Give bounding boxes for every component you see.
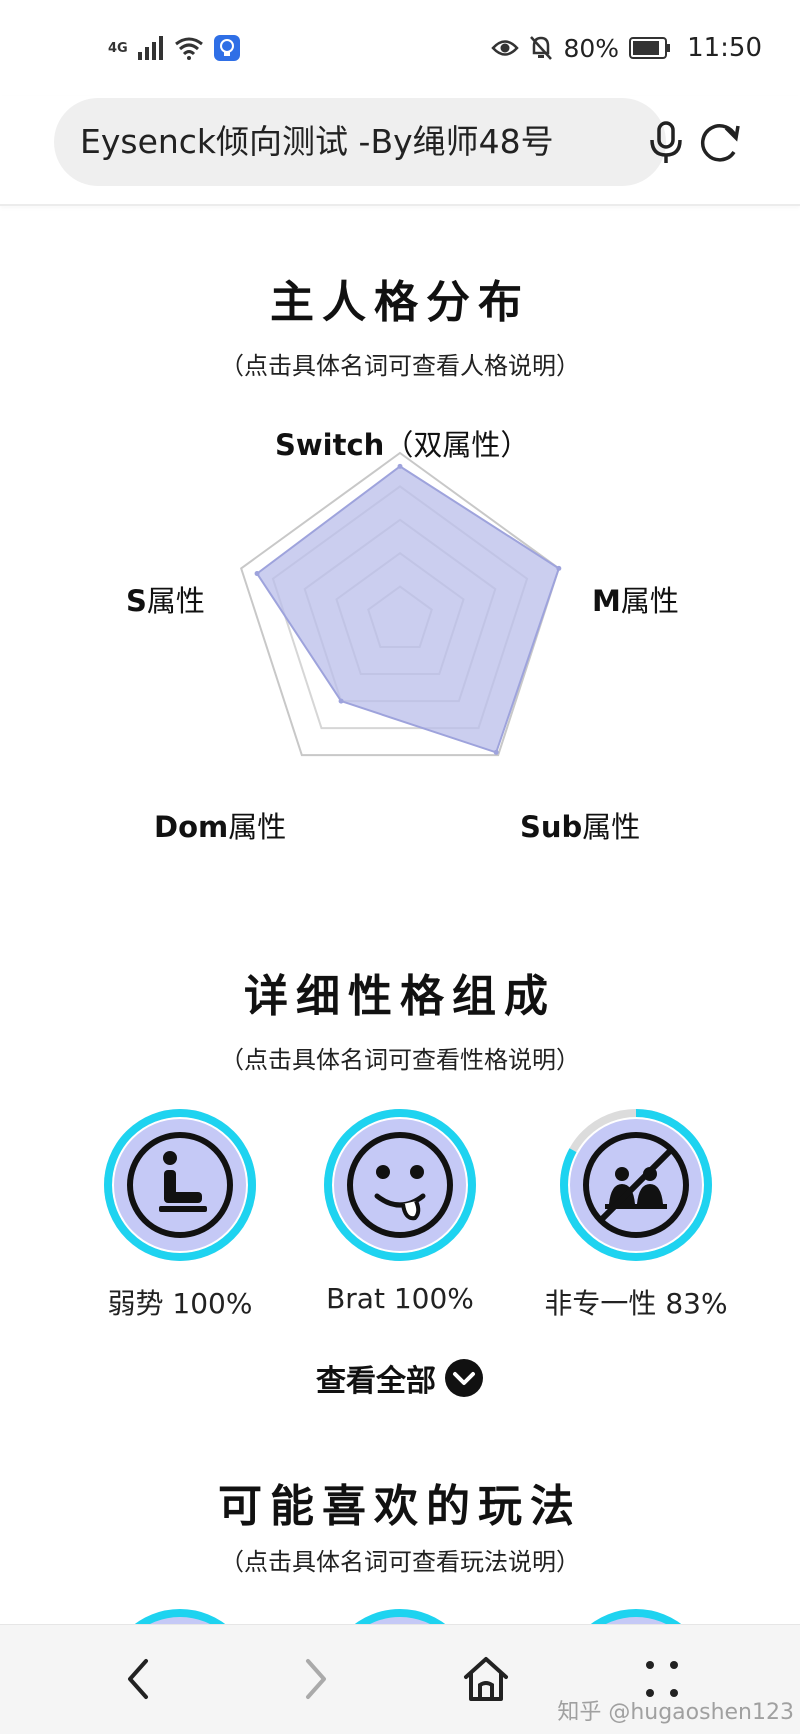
- battery-percent: 80%: [563, 33, 620, 63]
- trait-percent: 100%: [393, 1282, 474, 1315]
- radar-label-s[interactable]: S属性: [126, 578, 205, 620]
- forward-icon[interactable]: [286, 1651, 342, 1707]
- trait-ring-svg: [560, 1109, 712, 1261]
- view-all-button[interactable]: 查看全部: [0, 1356, 800, 1400]
- watermark: 知乎 @hugaoshen123: [557, 1700, 794, 1725]
- trait-brat[interactable]: Brat 100%: [300, 1108, 500, 1315]
- radar-label-sub[interactable]: Sub属性: [520, 804, 640, 846]
- wifi-icon: [174, 37, 203, 60]
- browser-bottom-bar: 知乎 @hugaoshen123: [0, 1624, 800, 1734]
- trait-ring-svg: [104, 1109, 256, 1261]
- radar-chart: [100, 420, 700, 840]
- browser-top-bar: Eysenck倾向测试 -By绳师48号: [0, 96, 800, 206]
- radar-label-switch[interactable]: Switch（双属性）: [275, 422, 529, 464]
- radar-label-m-suffix: 属性: [620, 584, 679, 618]
- network-label: 4G: [108, 40, 128, 56]
- trait-percent: 83%: [665, 1287, 728, 1320]
- radar-label-dom-suffix: 属性: [228, 810, 287, 844]
- play-styles-title: 可能喜欢的玩法: [218, 1481, 582, 1532]
- mute-icon: [530, 36, 553, 60]
- main-personality-subtitle: （点击具体名词可查看人格说明）: [220, 352, 580, 380]
- status-bar: 4G 80% 11:50: [0, 0, 800, 96]
- trait-progress-ring: [559, 1108, 713, 1262]
- radar-svg: [239, 451, 562, 757]
- radar-label-sub-bold: Sub: [520, 810, 583, 844]
- clock: 11:50: [687, 33, 762, 63]
- reload-icon[interactable]: [696, 118, 744, 166]
- trait-name: 弱势: [107, 1287, 164, 1320]
- chevron-down-circle-icon: [445, 1359, 483, 1397]
- page-title-in-address-bar[interactable]: Eysenck倾向测试 -By绳师48号: [80, 98, 554, 186]
- eye-icon: [491, 40, 520, 56]
- radar-label-m-bold: M: [592, 584, 621, 618]
- radar-data-point: [397, 463, 403, 469]
- signal-icon: [137, 36, 163, 60]
- back-icon[interactable]: [112, 1651, 168, 1707]
- view-all-label: 查看全部: [316, 1364, 436, 1399]
- trait-progress-ring: [103, 1108, 257, 1262]
- mic-icon[interactable]: [642, 118, 690, 166]
- detailed-traits-subtitle: （点击具体名词可查看性格说明）: [220, 1046, 580, 1074]
- radar-label-switch-bold: Switch: [275, 428, 385, 462]
- trait-caption: 弱势 100%: [80, 1282, 280, 1322]
- trait-ring-svg: [324, 1109, 476, 1261]
- trait-name: 非专一性: [544, 1287, 657, 1320]
- radar-data-point: [254, 571, 260, 577]
- trait-non-monogamous[interactable]: 非专一性 83%: [536, 1108, 736, 1322]
- trait-progress-ring: [323, 1108, 477, 1262]
- battery-icon: [629, 37, 671, 59]
- trait-percent: 100%: [172, 1287, 253, 1320]
- radar-label-switch-suffix: （双属性）: [384, 428, 530, 462]
- radar-label-dom[interactable]: Dom属性: [154, 804, 286, 846]
- radar-label-s-bold: S: [126, 584, 147, 618]
- trait-weak[interactable]: 弱势 100%: [80, 1108, 280, 1322]
- home-icon[interactable]: [458, 1651, 514, 1707]
- status-right: 80% 11:50: [491, 30, 762, 66]
- trait-caption: Brat 100%: [300, 1282, 500, 1315]
- notification-app-icon: [213, 35, 240, 61]
- address-bar[interactable]: Eysenck倾向测试 -By绳师48号: [54, 98, 682, 186]
- main-personality-title: 主人格分布: [270, 277, 530, 328]
- trait-name: Brat: [326, 1282, 385, 1315]
- radar-data-point: [493, 749, 499, 755]
- trait-caption: 非专一性 83%: [536, 1282, 736, 1322]
- radar-data-point: [556, 565, 562, 571]
- status-left: 4G: [108, 30, 240, 66]
- radar-label-sub-suffix: 属性: [582, 810, 641, 844]
- radar-data-point: [338, 698, 344, 704]
- radar-label-m[interactable]: M属性: [592, 578, 679, 620]
- play-styles-subtitle: （点击具体名词可查看玩法说明）: [220, 1548, 580, 1576]
- detailed-traits-title: 详细性格组成: [244, 971, 556, 1022]
- radar-label-s-suffix: 属性: [146, 584, 205, 618]
- radar-label-dom-bold: Dom: [154, 810, 229, 844]
